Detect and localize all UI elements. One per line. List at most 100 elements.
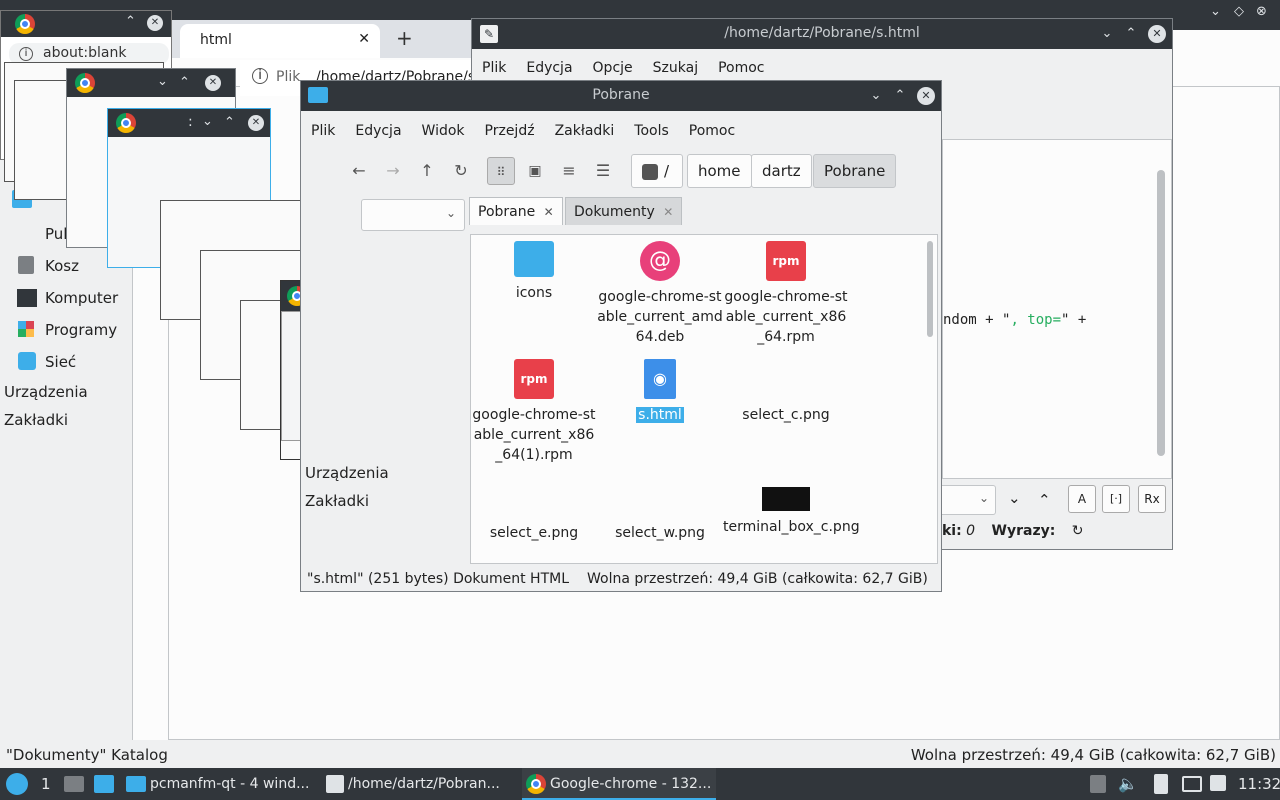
clock[interactable]: 11:32 <box>1238 775 1280 793</box>
chevron-up-icon[interactable]: ⌃ <box>125 14 136 29</box>
thumbnail-view-icon[interactable]: ▣ <box>521 157 549 185</box>
icon-view-icon[interactable]: ⠿ <box>487 157 515 185</box>
up-arrow-icon[interactable]: ↑ <box>413 157 441 185</box>
fm-menu-przejdz[interactable]: Przejdź <box>475 117 545 145</box>
show-desktop-icon[interactable] <box>94 775 114 793</box>
maximize-icon[interactable]: ⌃ <box>891 87 909 105</box>
editor-scrollbar[interactable] <box>1157 170 1165 456</box>
fm-left-combo[interactable]: ⌄ <box>361 199 465 231</box>
whole-word-icon[interactable]: [·] <box>1102 485 1130 513</box>
file-item-icons[interactable]: icons <box>471 241 597 303</box>
desktop-pager-number[interactable]: 1 <box>41 775 51 793</box>
close-icon[interactable]: ✕ <box>147 15 163 31</box>
folder-icon <box>126 776 146 792</box>
network-icon[interactable] <box>1210 775 1226 791</box>
close-icon[interactable]: ✕ <box>205 75 221 91</box>
sidebar-item-kosz[interactable]: Kosz <box>45 256 79 276</box>
file-item-select-e[interactable]: select_e.png <box>471 477 597 543</box>
close-icon[interactable]: ✕ <box>248 115 264 131</box>
chrome-window-titlebar: ⌃ ✕ <box>1 11 171 37</box>
breadcrumb-pobrane[interactable]: Pobrane <box>813 154 897 188</box>
editor-menu-szukaj[interactable]: Szukaj <box>643 54 708 82</box>
editor-menu-pomoc[interactable]: Pomoc <box>708 54 774 82</box>
close-icon[interactable]: ✕ <box>544 205 554 219</box>
feather-icon <box>326 775 344 793</box>
clipboard-icon[interactable] <box>1154 774 1168 794</box>
task-editor[interactable]: /home/dartz/Pobran... <box>322 768 518 800</box>
back-arrow-icon[interactable]: ← <box>345 157 373 185</box>
editor-titlebar: ✎ /home/dartz/Pobrane/s.html ⌄ ⌃ ✕ <box>472 19 1172 49</box>
file-item-rpm[interactable]: rpm google-chrome-stable_current_x86_64.… <box>723 241 849 347</box>
regex-icon[interactable]: Rx <box>1138 485 1166 513</box>
tab-pobrane[interactable]: Pobrane ✕ <box>469 197 563 225</box>
chrome-tab[interactable]: html ✕ <box>180 24 380 58</box>
info-icon[interactable]: i <box>252 68 268 84</box>
editor-menu-opcje[interactable]: Opcje <box>583 54 643 82</box>
fm-menu-zakladki[interactable]: Zakładki <box>545 117 625 145</box>
editor-menu-plik[interactable]: Plik <box>472 54 516 82</box>
compact-view-icon[interactable]: ≡ <box>555 157 583 185</box>
find-next-icon[interactable]: ⌄ <box>1008 489 1021 507</box>
close-icon[interactable]: ✕ <box>917 87 935 105</box>
display-icon[interactable] <box>1182 776 1202 792</box>
applications-icon <box>18 321 34 337</box>
editor-menu-edycja[interactable]: Edycja <box>516 54 582 82</box>
file-view-scrollbar[interactable] <box>927 241 933 337</box>
fm-menu-tools[interactable]: Tools <box>624 117 679 145</box>
file-manager-launcher-icon[interactable] <box>64 776 84 792</box>
close-icon[interactable]: ✕ <box>663 205 673 219</box>
taskbar: 1 pcmanfm-qt - 4 wind... /home/dartz/Pob… <box>0 768 1280 800</box>
start-menu-icon[interactable] <box>6 773 28 795</box>
detailed-view-icon[interactable]: ☰ <box>589 157 617 185</box>
maximize-icon[interactable]: ⌃ <box>1122 25 1140 43</box>
file-item-deb[interactable]: @ google-chrome-stable_current_amd64.deb <box>597 241 723 347</box>
new-tab-icon[interactable]: + <box>396 26 413 50</box>
computer-icon <box>17 289 37 307</box>
sidebar-item-komputer[interactable]: Komputer <box>45 288 118 308</box>
file-item-select-w[interactable]: select_w.png <box>597 477 723 543</box>
editor-text-area[interactable]: ndom + ", top=" + <box>942 139 1172 479</box>
breadcrumb-root[interactable]: / <box>631 154 683 188</box>
file-item-select-c[interactable]: select_c.png <box>723 359 849 425</box>
update-icon[interactable] <box>1090 775 1106 793</box>
task-chrome[interactable]: Google-chrome - 132... <box>522 768 716 800</box>
minimize-icon[interactable]: ⌄ <box>1098 25 1116 43</box>
tab-dokumenty[interactable]: Dokumenty ✕ <box>565 197 683 225</box>
fm-menu-edycja[interactable]: Edycja <box>345 117 411 145</box>
chevron-down-icon[interactable]: ⌄ <box>1210 4 1221 19</box>
chevron-down-icon: ⌄ <box>445 206 456 220</box>
file-view[interactable]: icons @ google-chrome-stable_current_amd… <box>470 234 938 564</box>
fm-menu-pomoc[interactable]: Pomoc <box>679 117 745 145</box>
search-input[interactable]: ⌄ <box>942 485 996 515</box>
reload-icon[interactable]: ↻ <box>447 157 475 185</box>
find-previous-icon[interactable]: ⌃ <box>1038 491 1051 509</box>
close-icon[interactable]: ✕ <box>1148 25 1166 43</box>
desktop-top-bar-controls: ⌄ ◇ ⊗ <box>1200 4 1280 26</box>
diamond-icon[interactable]: ◇ <box>1234 4 1244 19</box>
fm-menu-widok[interactable]: Widok <box>412 117 475 145</box>
chevron-down-icon[interactable]: ⌄ <box>157 74 168 89</box>
file-item-s-html[interactable]: ◉ s.html <box>597 359 723 425</box>
sidebar-section-devices: Urządzenia <box>4 383 88 401</box>
breadcrumb-dartz[interactable]: dartz <box>751 154 812 188</box>
html-file-icon: ◉ <box>644 359 676 399</box>
refresh-icon[interactable]: ↻ <box>1072 523 1084 539</box>
fm-menu-plik[interactable]: Plik <box>301 117 345 145</box>
chevron-up-icon[interactable]: ⌃ <box>179 75 190 90</box>
match-case-icon[interactable]: A <box>1068 485 1096 513</box>
chevron-down-icon[interactable]: ⌄ <box>202 114 213 129</box>
minimize-icon[interactable]: ⌄ <box>867 87 885 105</box>
forward-arrow-icon[interactable]: → <box>379 157 407 185</box>
chevron-up-icon[interactable]: ⌃ <box>224 115 235 130</box>
close-icon[interactable]: ✕ <box>358 31 370 47</box>
volume-icon[interactable]: 🔈 <box>1118 774 1138 793</box>
chrome-tab-label: html <box>200 32 232 48</box>
close-icon[interactable]: ⊗ <box>1256 4 1267 19</box>
task-pcmanfm[interactable]: pcmanfm-qt - 4 wind... <box>122 768 316 800</box>
chrome-icon <box>116 113 136 133</box>
breadcrumb-home[interactable]: home <box>687 154 752 188</box>
sidebar-item-programy[interactable]: Programy <box>45 320 117 340</box>
file-item-terminal-box[interactable]: terminal_box_c.png <box>723 477 860 537</box>
sidebar-item-siec[interactable]: Sieć <box>45 352 76 372</box>
file-item-rpm-1[interactable]: rpm google-chrome-stable_current_x86_64(… <box>471 359 597 465</box>
